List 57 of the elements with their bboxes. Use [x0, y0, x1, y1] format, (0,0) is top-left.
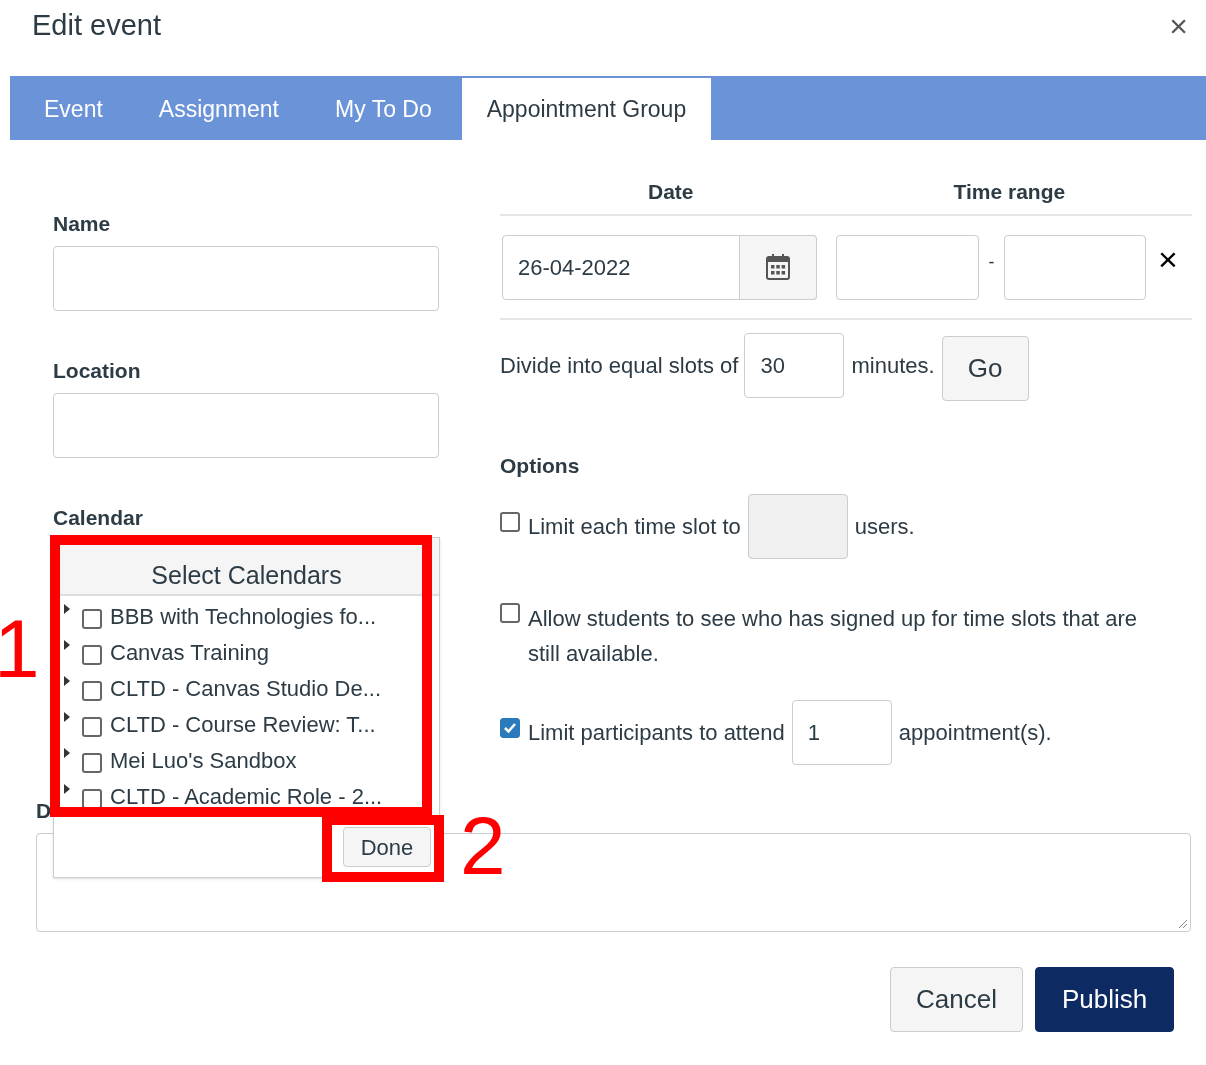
slots-label: Divide into equal slots of [500, 351, 739, 380]
calendar-option[interactable]: BBB with Technologies fo... [110, 599, 377, 633]
checkmark-icon [503, 721, 517, 735]
column-header: Time range [953, 179, 1066, 206]
name-field[interactable] [53, 246, 439, 311]
calendar-button[interactable] [740, 234, 817, 300]
calendar-icon [765, 253, 791, 281]
calendar-option[interactable]: Canvas Training [110, 635, 269, 669]
expand-icon[interactable] [64, 640, 70, 650]
checkbox[interactable] [82, 717, 102, 737]
options-label: Options [500, 453, 581, 476]
range-separator: - [987, 250, 996, 274]
option-label: Limit participants to attend [528, 718, 785, 747]
calendar-option[interactable]: CLTD - Canvas Studio De... [110, 671, 382, 705]
field-label: Location [53, 358, 142, 381]
resize-handle-icon [1178, 919, 1188, 929]
calendar-option[interactable]: Mei Luo's Sandbox [110, 743, 297, 777]
calendar-option[interactable]: CLTD - Course Review: T... [110, 707, 376, 741]
annotation-number: 1 [0, 608, 40, 690]
start-time-field[interactable] [836, 234, 979, 300]
option-label: Limit each time slot to [528, 512, 741, 541]
expand-icon[interactable] [64, 712, 70, 722]
minutes-label: minutes. [851, 351, 935, 380]
option-unit: appointment(s). [898, 718, 1052, 747]
checkbox[interactable] [82, 609, 102, 629]
tab[interactable]: Appointment Group [461, 78, 712, 140]
checkbox[interactable] [82, 789, 102, 809]
expand-icon[interactable] [64, 676, 70, 686]
option-unit: users. [854, 512, 915, 541]
expand-icon[interactable] [64, 748, 70, 758]
close-button[interactable]: × [1169, 10, 1188, 42]
date-field[interactable]: 26-04-2022 [502, 234, 740, 300]
checkbox[interactable] [82, 681, 102, 701]
field-label: Name [53, 211, 112, 234]
column-header: Date [648, 179, 694, 206]
checkbox[interactable] [82, 645, 102, 665]
expand-icon[interactable] [64, 784, 70, 794]
location-field[interactable] [53, 393, 439, 458]
done-button[interactable]: Done [343, 827, 431, 867]
calendar-option[interactable]: CLTD - Academic Role - 2... [110, 779, 383, 813]
slot-length-field[interactable]: 30 [744, 332, 845, 398]
field-label: Calendar [53, 505, 144, 528]
end-time-field[interactable] [1004, 234, 1146, 300]
annotation-number: 2 [460, 805, 506, 887]
remove-button[interactable]: × [1158, 242, 1178, 276]
checkbox[interactable] [82, 753, 102, 773]
checkbox[interactable] [500, 512, 520, 532]
cancel-button[interactable]: Cancel [890, 967, 1023, 1032]
go-button[interactable]: Go [941, 335, 1029, 401]
option-label: Allow students to see who has signed up for time slots that are still available. [528, 605, 1138, 668]
checkbox[interactable] [500, 718, 520, 738]
description-label: D [36, 798, 52, 824]
expand-icon[interactable] [64, 604, 70, 614]
number-field[interactable]: 1 [791, 699, 892, 765]
dialog-title: Edit event [32, 8, 161, 44]
publish-button[interactable]: Publish [1034, 967, 1175, 1032]
checkbox[interactable] [500, 603, 520, 623]
